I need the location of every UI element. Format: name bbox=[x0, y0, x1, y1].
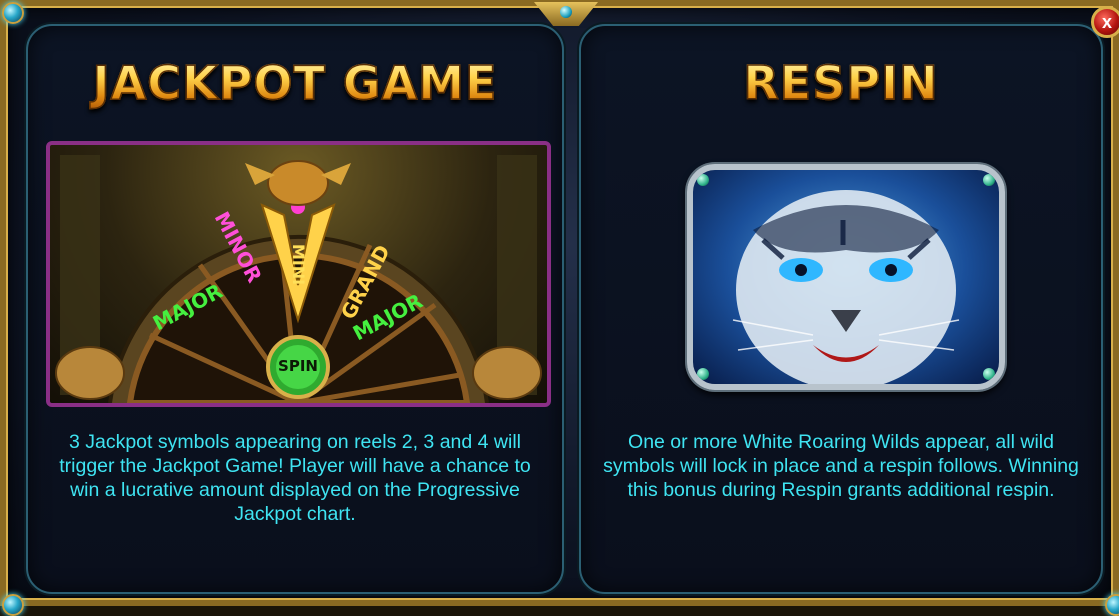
top-ornament bbox=[534, 2, 598, 26]
gem-icon bbox=[2, 594, 24, 616]
respin-description: One or more White Roaring Wilds appear, … bbox=[603, 431, 1079, 501]
respin-panel: RESPIN One or more White Roaring Wilds a… bbox=[579, 24, 1103, 594]
gem-icon bbox=[2, 2, 24, 24]
spin-button-label: SPIN bbox=[278, 357, 318, 375]
jackpot-game-description: 3 Jackpot symbols appearing on reels 2, … bbox=[59, 431, 531, 525]
jackpot-game-title: JACKPOT GAME bbox=[28, 55, 562, 111]
jackpot-wheel-image: MAJOR MINOR MINI GRAND MAJOR SPIN bbox=[46, 141, 551, 407]
close-icon: x bbox=[1101, 12, 1112, 32]
jackpot-game-panel: JACKPOT GAME MAJOR MINOR MINI GRAND MAJO… bbox=[26, 24, 564, 594]
respin-title: RESPIN bbox=[581, 55, 1101, 111]
white-tiger-illustration bbox=[732, 190, 960, 384]
gem-icon bbox=[983, 368, 995, 380]
close-button[interactable]: x bbox=[1091, 6, 1119, 38]
rules-window: JACKPOT GAME MAJOR MINOR MINI GRAND MAJO… bbox=[0, 0, 1119, 616]
white-tiger-wild-image bbox=[687, 164, 1005, 390]
gem-icon bbox=[983, 174, 995, 186]
wheel-label-mini: MINI bbox=[289, 243, 309, 286]
gem-icon bbox=[697, 174, 709, 186]
gem-icon bbox=[697, 368, 709, 380]
gem-icon bbox=[560, 6, 572, 18]
gem-icon bbox=[1105, 594, 1119, 616]
